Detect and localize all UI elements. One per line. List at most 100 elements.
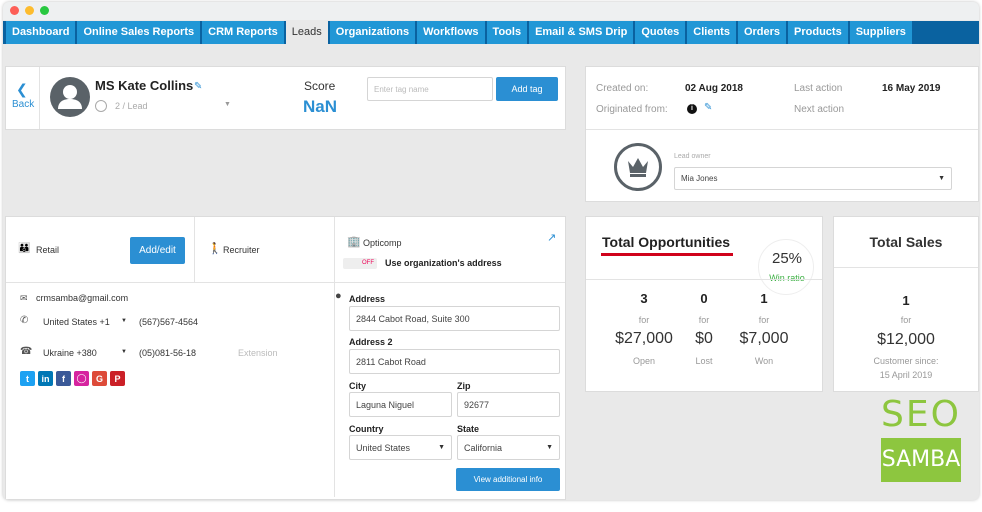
- phone2-number[interactable]: (05)081-56-18: [139, 348, 196, 358]
- last-action-value: 16 May 2019: [882, 83, 941, 94]
- owner-label: Lead owner: [674, 153, 711, 160]
- organization-name: Opticomp: [363, 238, 402, 248]
- score-label: Score: [304, 79, 336, 93]
- opportunity-for: for: [638, 315, 650, 325]
- use-org-address-toggle[interactable]: OFF: [343, 258, 377, 269]
- logo-line1: SEO: [881, 394, 961, 435]
- tab-suppliers[interactable]: Suppliers: [849, 21, 914, 44]
- opportunity-status: Open: [632, 356, 656, 366]
- city-label: City: [349, 381, 367, 391]
- edit-pencil-icon[interactable]: ✎: [194, 81, 202, 92]
- country-select[interactable]: United States ▼: [349, 435, 452, 460]
- add-tag-button[interactable]: Add tag: [496, 77, 558, 101]
- crown-icon: [628, 158, 648, 177]
- state-select[interactable]: California ▼: [457, 435, 560, 460]
- owner-select[interactable]: Mia Jones ▼: [674, 167, 952, 190]
- telephone-icon: ☎: [20, 346, 33, 357]
- tab-products[interactable]: Products: [788, 21, 850, 44]
- minimize-window-button[interactable]: [25, 6, 34, 15]
- address2-label: Address 2: [349, 337, 393, 347]
- opportunity-amount: $7,000: [739, 330, 789, 347]
- lead-name: MS Kate Collins: [95, 78, 194, 93]
- tab-email-sms-drip[interactable]: Email & SMS Drip: [529, 21, 636, 44]
- user-icon: [58, 85, 82, 109]
- avatar[interactable]: [50, 77, 90, 117]
- walking-person-icon: 🚶: [208, 243, 222, 255]
- tab-tools[interactable]: Tools: [486, 21, 530, 44]
- country-value: United States: [356, 442, 411, 453]
- state-value: California: [464, 442, 503, 453]
- back-button[interactable]: ❮ Back: [6, 67, 40, 129]
- win-ratio-badge: 25% Win ratio: [758, 239, 814, 295]
- address2-input[interactable]: 2811 Cabot Road: [349, 349, 560, 374]
- divider: [334, 217, 335, 497]
- city-input[interactable]: Laguna Niguel: [349, 392, 452, 417]
- tab-quotes[interactable]: Quotes: [635, 21, 688, 44]
- chevron-down-icon[interactable]: ▼: [121, 318, 127, 324]
- opportunity-count: 3: [640, 291, 648, 306]
- address-input[interactable]: 2844 Cabot Road, Suite 300: [349, 306, 560, 331]
- opportunity-status: Won: [754, 356, 774, 366]
- phone1-number[interactable]: (567)567-4564: [139, 317, 198, 327]
- sales-title: Total Sales: [869, 234, 943, 250]
- tab-clients[interactable]: Clients: [687, 21, 738, 44]
- category-label: Retail: [36, 245, 60, 255]
- linkedin-icon[interactable]: in: [38, 371, 53, 386]
- tab-leads[interactable]: Leads: [285, 21, 330, 44]
- facebook-icon[interactable]: f: [56, 371, 71, 386]
- owner-value: Mia Jones: [681, 174, 718, 183]
- extension-input[interactable]: Extension: [238, 348, 278, 358]
- info-icon[interactable]: i: [687, 104, 697, 114]
- view-additional-info-button[interactable]: View additional info: [456, 468, 560, 491]
- pinterest-icon[interactable]: P: [110, 371, 125, 386]
- lead-header-panel: ❮ Back MS Kate Collins ✎ 2 / Lead ▼ Scor…: [5, 66, 566, 130]
- customer-since-date: 15 April 2019: [879, 370, 933, 380]
- building-icon: 🏢: [347, 236, 361, 248]
- phone1-country-select[interactable]: United States +1: [43, 317, 110, 327]
- state-label: State: [457, 424, 480, 434]
- envelope-icon: ✉: [20, 293, 28, 303]
- email-value[interactable]: crmsamba@gmail.com: [36, 293, 128, 303]
- back-label: Back: [12, 99, 35, 110]
- sales-for: for: [900, 315, 912, 325]
- divider: [194, 217, 195, 283]
- opportunities-title: Total Opportunities: [602, 234, 731, 250]
- tab-dashboard[interactable]: Dashboard: [6, 21, 78, 44]
- tab-organizations[interactable]: Organizations: [329, 21, 418, 44]
- add-edit-button[interactable]: Add/edit: [130, 237, 185, 264]
- edit-pencil-icon[interactable]: ✎: [704, 102, 712, 113]
- phone2-country-select[interactable]: Ukraine +380: [43, 348, 97, 358]
- tab-online-sales-reports[interactable]: Online Sales Reports: [77, 21, 203, 44]
- sales-panel: Total Sales 1 for $12,000 Customer since…: [833, 216, 979, 392]
- group-icon: 👪: [18, 243, 31, 254]
- recruiter-label: Recruiter: [223, 245, 260, 255]
- external-link-icon[interactable]: ↗: [547, 231, 556, 244]
- tab-crm-reports[interactable]: CRM Reports: [202, 21, 286, 44]
- sales-count: 1: [902, 293, 910, 308]
- maximize-window-button[interactable]: [40, 6, 49, 15]
- map-pin-icon: ●: [335, 290, 342, 302]
- originated-label: Originated from:: [596, 104, 668, 115]
- divider: [586, 279, 822, 280]
- owner-avatar: [614, 143, 662, 191]
- tab-workflows[interactable]: Workflows: [417, 21, 487, 44]
- zip-input[interactable]: 92677: [457, 392, 560, 417]
- opportunities-panel: Total Opportunities 25% Win ratio 3 for $2…: [585, 216, 823, 392]
- score-value: NaN: [303, 97, 338, 116]
- country-label: Country: [349, 424, 384, 434]
- win-ratio-label: Win ratio: [769, 273, 805, 283]
- google-plus-icon[interactable]: G: [92, 371, 107, 386]
- close-window-button[interactable]: [10, 6, 19, 15]
- opportunity-count: 0: [700, 291, 708, 306]
- customer-since-label: Customer since:: [873, 356, 939, 366]
- chevron-down-icon[interactable]: ▼: [121, 349, 127, 355]
- twitter-icon[interactable]: t: [20, 371, 35, 386]
- chevron-down-icon[interactable]: ▼: [224, 101, 231, 108]
- lead-meta-panel: Created on: 02 Aug 2018 Originated from:…: [585, 66, 979, 202]
- tab-orders[interactable]: Orders: [737, 21, 789, 44]
- opportunity-status: Lost: [695, 356, 713, 366]
- instagram-icon[interactable]: ◯: [74, 371, 89, 386]
- win-ratio-value: 25%: [771, 250, 803, 267]
- seo-samba-logo: SEO SAMBA: [881, 394, 961, 482]
- tag-input[interactable]: Enter tag name: [367, 77, 493, 101]
